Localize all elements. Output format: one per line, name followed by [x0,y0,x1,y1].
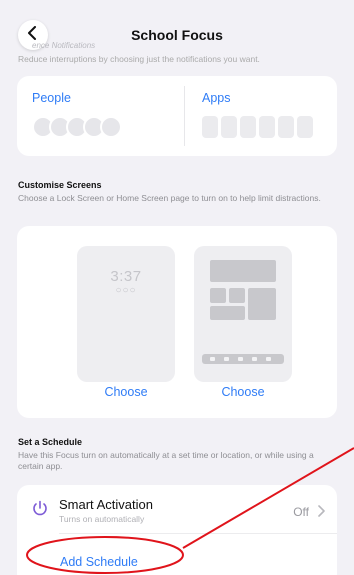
apps-option[interactable]: Apps [184,86,338,146]
add-schedule-button[interactable]: Add Schedule [60,555,138,569]
choose-lock-screen-button[interactable]: Choose [77,385,175,399]
lock-screen-widgets: ○○○ [115,285,137,296]
smart-activation-value: Off [293,505,309,519]
widget-placeholder [210,260,276,282]
app-icon [297,116,313,138]
focus-settings-page: School Focus ence Notifications Reduce i… [0,0,354,575]
schedule-description: Have this Focus turn on automatically at… [18,450,314,471]
dock-icon [224,357,229,361]
app-icon [240,116,256,138]
customise-screens-card: 3:37 ○○○ Choose Choose [17,226,337,418]
widget-placeholder [248,288,276,320]
people-avatars [32,116,132,138]
dock-icon [252,357,257,361]
widget-placeholder [210,306,245,320]
smart-activation-row[interactable]: Smart Activation Turns on automatically … [17,485,337,533]
widget-placeholder [210,288,226,303]
dock-icon [238,357,243,361]
apps-label: Apps [202,91,231,105]
customise-screens-description: Choose a Lock Screen or Home Screen page… [18,193,321,203]
app-icon [259,116,275,138]
home-screen-preview[interactable] [194,246,292,382]
power-icon [31,499,49,517]
app-icon [202,116,218,138]
allowed-notifications-card: People Apps [17,76,337,156]
dock-placeholder [202,354,284,364]
smart-activation-subtitle: Turns on automatically [59,514,145,524]
schedule-card: Smart Activation Turns on automatically … [17,485,337,575]
lock-screen-preview[interactable]: 3:37 ○○○ [77,246,175,382]
widget-placeholder [229,288,245,303]
lock-screen-time: 3:37 [110,268,142,285]
app-icons [202,116,322,138]
dock-icon [210,357,215,361]
header: School Focus ence Notifications Reduce i… [0,0,354,70]
app-icon [221,116,237,138]
dock-icon [266,357,271,361]
people-label: People [32,91,71,105]
smart-activation-title: Smart Activation [59,497,153,512]
customise-screens-heading: Customise Screens [18,180,102,190]
notifications-description: Reduce interruptions by choosing just th… [18,54,260,64]
chevron-right-icon [318,505,325,520]
divider [59,533,337,534]
people-option[interactable]: People [17,76,184,156]
app-icon [278,116,294,138]
choose-home-screen-button[interactable]: Choose [194,385,292,399]
avatar [100,116,122,138]
schedule-heading: Set a Schedule [18,437,83,447]
notifications-heading: ence Notifications [32,41,96,50]
